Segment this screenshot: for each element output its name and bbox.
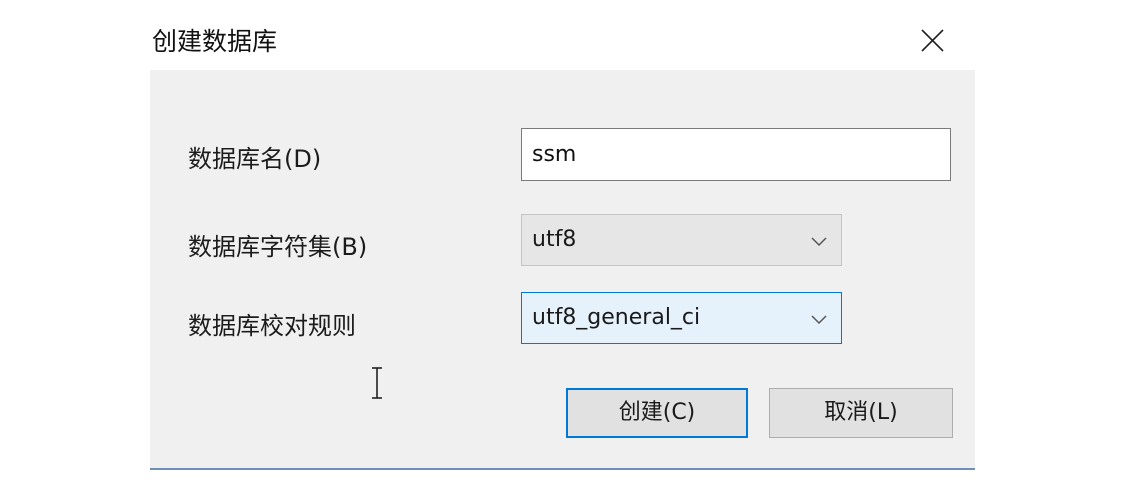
create-button[interactable]: 创建(C) (566, 388, 748, 438)
database-name-input[interactable] (521, 128, 951, 181)
charset-select[interactable]: utf8 (521, 214, 842, 266)
chevron-down-icon (809, 309, 829, 329)
close-button[interactable] (910, 18, 954, 62)
charset-selected-value: utf8 (532, 227, 577, 252)
charset-label: 数据库字符集(B) (188, 233, 368, 261)
text-cursor-icon (368, 365, 386, 401)
database-name-label: 数据库名(D) (188, 145, 322, 173)
create-database-dialog: 创建数据库 数据库名(D) 数据库字符集(B) utf8 数据库校对规则 utf… (150, 8, 975, 470)
chevron-down-icon (809, 231, 829, 251)
collation-label: 数据库校对规则 (188, 312, 356, 340)
dialog-titlebar: 创建数据库 (150, 8, 975, 70)
collation-select[interactable]: utf8_general_ci (521, 292, 842, 344)
dialog-title: 创建数据库 (152, 27, 278, 56)
close-icon (921, 29, 944, 52)
collation-selected-value: utf8_general_ci (532, 305, 701, 330)
cancel-button[interactable]: 取消(L) (769, 388, 953, 438)
